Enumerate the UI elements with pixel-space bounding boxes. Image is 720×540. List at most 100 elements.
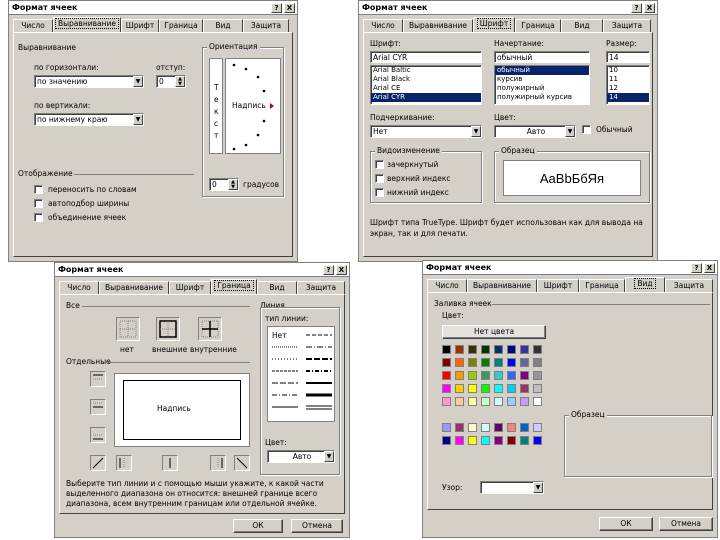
border-right-button[interactable] <box>210 455 226 471</box>
color-swatch[interactable] <box>520 358 529 367</box>
font-list[interactable]: Arial Baltic Arial Black Arial CE Arial … <box>370 65 482 105</box>
no-color-button[interactable]: Нет цвета <box>442 325 546 339</box>
tab-border[interactable]: Граница <box>211 279 257 294</box>
tab-border[interactable]: Граница <box>515 19 561 32</box>
orientation-dial[interactable]: Надпись <box>225 58 281 154</box>
border-diag-up-button[interactable] <box>90 455 106 471</box>
border-middle-button[interactable] <box>90 399 106 415</box>
normal-font-checkbox[interactable] <box>582 125 591 134</box>
tab-font[interactable]: Шрифт <box>121 19 159 32</box>
superscript-checkbox[interactable] <box>375 174 384 183</box>
list-item[interactable]: обычный <box>495 66 589 75</box>
style-list[interactable]: обычный курсив полужирный полужирный кур… <box>494 65 590 105</box>
color-swatch[interactable] <box>533 436 542 445</box>
color-swatch[interactable] <box>468 423 477 432</box>
vertical-select[interactable]: по нижнему краю ▼ <box>34 113 144 126</box>
spin-icon[interactable]: ▲ ▼ <box>175 76 185 87</box>
chevron-down-icon[interactable]: ▼ <box>133 76 143 87</box>
color-swatch[interactable] <box>520 345 529 354</box>
color-swatch[interactable] <box>533 423 542 432</box>
tab-number[interactable]: Число <box>13 19 53 32</box>
color-swatch[interactable] <box>507 436 516 445</box>
preset-inside-button[interactable] <box>198 317 222 341</box>
spin-icon[interactable]: ▲ ▼ <box>228 179 238 190</box>
color-swatch[interactable] <box>507 423 516 432</box>
underline-select[interactable]: Нет ▼ <box>370 125 482 138</box>
color-swatch[interactable] <box>442 371 451 380</box>
tab-alignment[interactable]: Выравнивание <box>403 19 473 32</box>
close-button[interactable]: X <box>284 3 295 13</box>
close-button[interactable]: X <box>336 265 347 275</box>
color-swatch[interactable] <box>442 384 451 393</box>
chevron-down-icon[interactable]: ▼ <box>533 482 543 493</box>
color-swatch[interactable] <box>442 397 451 406</box>
color-swatch[interactable] <box>533 397 542 406</box>
tab-font[interactable]: Шрифт <box>537 279 579 292</box>
tab-protection[interactable]: Защита <box>603 19 651 32</box>
color-swatch[interactable] <box>507 384 516 393</box>
tab-view[interactable]: Вид <box>561 19 603 32</box>
tab-alignment[interactable]: Выравнивание <box>467 279 537 292</box>
list-item[interactable]: полужирный <box>495 84 589 93</box>
color-swatch[interactable] <box>468 436 477 445</box>
tab-border[interactable]: Граница <box>159 19 203 32</box>
chevron-down-icon[interactable]: ▼ <box>471 126 481 137</box>
cancel-button[interactable]: Отмена <box>659 517 713 531</box>
line-style-list[interactable]: Нет <box>267 326 335 422</box>
autofit-checkbox[interactable] <box>34 199 43 208</box>
color-swatch[interactable] <box>494 423 503 432</box>
color-swatch[interactable] <box>494 371 503 380</box>
color-swatch[interactable] <box>520 384 529 393</box>
close-button[interactable]: X <box>644 3 655 13</box>
list-item[interactable]: Arial Black <box>371 75 481 84</box>
color-swatch[interactable] <box>468 384 477 393</box>
tab-alignment[interactable]: Выравнивание <box>53 17 121 32</box>
cancel-button[interactable]: Отмена <box>291 519 343 533</box>
color-swatch[interactable] <box>468 371 477 380</box>
color-swatch[interactable] <box>494 436 503 445</box>
list-item[interactable]: 12 <box>607 84 649 93</box>
help-button[interactable]: ? <box>691 263 702 273</box>
pattern-select[interactable]: ▼ <box>480 481 544 494</box>
tab-number[interactable]: Число <box>427 279 467 292</box>
chevron-down-icon[interactable]: ▼ <box>133 114 143 125</box>
help-button[interactable]: ? <box>271 3 282 13</box>
subscript-checkbox[interactable] <box>375 188 384 197</box>
color-swatch[interactable] <box>533 371 542 380</box>
close-button[interactable]: X <box>704 263 715 273</box>
color-swatch[interactable] <box>481 358 490 367</box>
tab-protection[interactable]: Защита <box>243 19 289 32</box>
list-item[interactable]: 11 <box>607 75 649 84</box>
color-swatch[interactable] <box>520 423 529 432</box>
list-item[interactable]: полужирный курсив <box>495 93 589 102</box>
indent-stepper[interactable]: 0 ▲ ▼ <box>156 75 186 88</box>
font-input[interactable]: Arial CYR <box>370 51 482 63</box>
color-swatch[interactable] <box>468 358 477 367</box>
tab-protection[interactable]: Защита <box>665 279 713 292</box>
tab-number[interactable]: Число <box>59 281 99 294</box>
list-item[interactable]: курсив <box>495 75 589 84</box>
border-diag-down-button[interactable] <box>234 455 250 471</box>
color-swatch[interactable] <box>520 436 529 445</box>
color-swatch[interactable] <box>507 397 516 406</box>
merge-cells-checkbox[interactable] <box>34 213 43 222</box>
list-item[interactable]: Arial CE <box>371 84 481 93</box>
horizontal-select[interactable]: по значению ▼ <box>34 75 144 88</box>
color-swatch[interactable] <box>533 358 542 367</box>
list-item[interactable]: 14 <box>607 93 649 102</box>
border-preview[interactable]: Надпись <box>114 373 250 447</box>
color-swatch[interactable] <box>481 397 490 406</box>
color-swatch[interactable] <box>533 384 542 393</box>
color-swatch[interactable] <box>494 397 503 406</box>
size-list[interactable]: 10 11 12 14 <box>606 65 650 105</box>
color-swatch[interactable] <box>494 358 503 367</box>
color-swatch[interactable] <box>494 345 503 354</box>
color-swatch[interactable] <box>481 423 490 432</box>
preset-outline-button[interactable] <box>156 317 180 341</box>
tab-border[interactable]: Граница <box>579 279 625 292</box>
list-item[interactable]: Arial Baltic <box>371 66 481 75</box>
color-swatch[interactable] <box>481 371 490 380</box>
color-swatch[interactable] <box>520 371 529 380</box>
color-swatch[interactable] <box>520 397 529 406</box>
color-swatch[interactable] <box>468 345 477 354</box>
